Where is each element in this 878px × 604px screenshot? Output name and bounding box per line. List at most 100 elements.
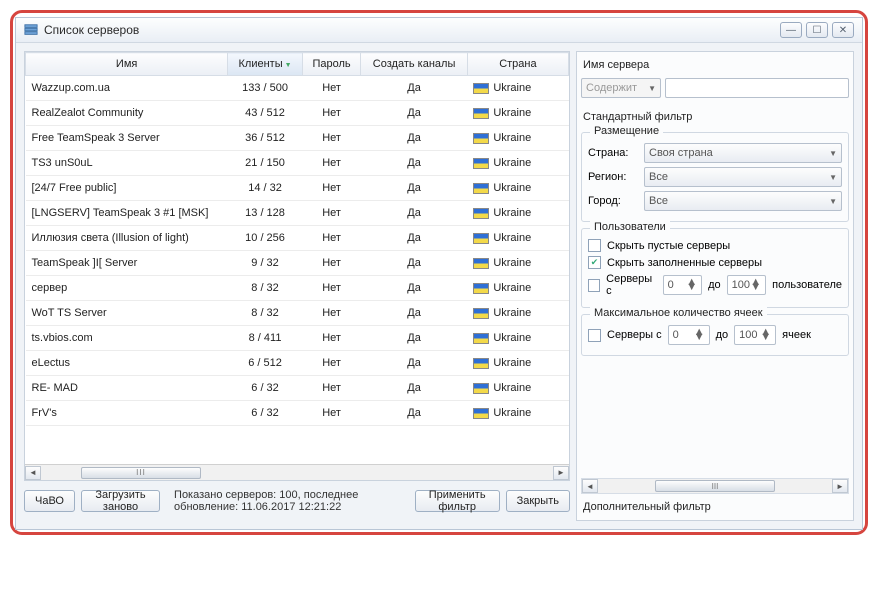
table-row[interactable]: WoT TS Server8 / 32НетДаUkraine: [26, 301, 569, 326]
table-row[interactable]: Иллюзия света (Illusion of light)10 / 25…: [26, 226, 569, 251]
cell-country: Ukraine: [467, 326, 568, 351]
cell-password: Нет: [302, 401, 361, 426]
flag-ukraine-icon: [473, 283, 489, 294]
contains-combo[interactable]: Содержит▼: [581, 78, 661, 98]
cell-country: Ukraine: [467, 76, 568, 101]
cell-name: Free TeamSpeak 3 Server: [26, 126, 228, 151]
scroll-right-icon[interactable]: ►: [832, 479, 848, 493]
users-max-spinner[interactable]: 100▲▼: [727, 275, 767, 295]
table-row[interactable]: сервер8 / 32НетДаUkraine: [26, 276, 569, 301]
cell-password: Нет: [302, 376, 361, 401]
hide-empty-checkbox[interactable]: [588, 239, 601, 252]
col-name[interactable]: Имя: [26, 53, 228, 76]
region-combo[interactable]: Все▼: [644, 167, 842, 187]
reload-button[interactable]: Загрузить заново: [81, 490, 160, 512]
cell-country: Ukraine: [467, 151, 568, 176]
slots-max-spinner[interactable]: 100▲▼: [734, 325, 776, 345]
filter-hscroll-thumb[interactable]: III: [655, 480, 775, 492]
to-label-2: до: [716, 329, 729, 341]
close-window-button[interactable]: ✕: [832, 22, 854, 38]
cell-name: RealZealot Community: [26, 101, 228, 126]
cell-channels: Да: [361, 151, 467, 176]
table-row[interactable]: Free TeamSpeak 3 Server36 / 512НетДаUkra…: [26, 126, 569, 151]
country-combo[interactable]: Своя страна▼: [644, 143, 842, 163]
flag-ukraine-icon: [473, 158, 489, 169]
servers-with-label-2: Серверы с: [607, 329, 662, 341]
cell-password: Нет: [302, 201, 361, 226]
scroll-left-icon[interactable]: ◄: [582, 479, 598, 493]
cell-name: TS3 unS0uL: [26, 151, 228, 176]
slots-min-spinner[interactable]: 0▲▼: [668, 325, 710, 345]
scroll-right-icon[interactable]: ►: [553, 466, 569, 480]
table-hscrollbar[interactable]: ◄ III ►: [25, 464, 569, 480]
flag-ukraine-icon: [473, 208, 489, 219]
table-row[interactable]: FrV's6 / 32НетДаUkraine: [26, 401, 569, 426]
cell-name: [LNGSERV] TeamSpeak 3 #1 [MSK]: [26, 201, 228, 226]
to-label: до: [708, 279, 721, 291]
city-label: Город:: [588, 195, 638, 207]
cell-channels: Да: [361, 101, 467, 126]
faq-button[interactable]: ЧаВО: [24, 490, 75, 512]
table-row[interactable]: [LNGSERV] TeamSpeak 3 #1 [MSK]13 / 128Не…: [26, 201, 569, 226]
col-channels[interactable]: Создать каналы: [361, 53, 467, 76]
hide-full-label: Скрыть заполненные серверы: [607, 257, 762, 269]
col-country[interactable]: Страна: [467, 53, 568, 76]
cell-channels: Да: [361, 351, 467, 376]
table-row[interactable]: TS3 unS0uL21 / 150НетДаUkraine: [26, 151, 569, 176]
table-row[interactable]: RealZealot Community43 / 512НетДаUkraine: [26, 101, 569, 126]
cell-name: TeamSpeak ]I[ Server: [26, 251, 228, 276]
cell-clients: 10 / 256: [228, 226, 303, 251]
close-button[interactable]: Закрыть: [506, 490, 570, 512]
cell-country: Ukraine: [467, 376, 568, 401]
cell-name: eLectus: [26, 351, 228, 376]
cell-password: Нет: [302, 226, 361, 251]
slots-legend: Максимальное количество ячеек: [590, 307, 767, 319]
minimize-button[interactable]: —: [780, 22, 802, 38]
users-min-spinner[interactable]: 0▲▼: [663, 275, 703, 295]
country-label: Страна:: [588, 147, 638, 159]
region-label: Регион:: [588, 171, 638, 183]
scroll-left-icon[interactable]: ◄: [25, 466, 41, 480]
cell-password: Нет: [302, 251, 361, 276]
cell-country: Ukraine: [467, 126, 568, 151]
chevron-down-icon: ▼: [648, 84, 656, 93]
table-row[interactable]: Wazzup.com.ua133 / 500НетДаUkraine: [26, 76, 569, 101]
col-clients[interactable]: Клиенты▼: [228, 53, 303, 76]
users-range-checkbox[interactable]: [588, 279, 600, 292]
server-name-label: Имя сервера: [581, 56, 849, 74]
cell-channels: Да: [361, 376, 467, 401]
flag-ukraine-icon: [473, 333, 489, 344]
table-row[interactable]: ts.vbios.com8 / 411НетДаUkraine: [26, 326, 569, 351]
hide-full-checkbox[interactable]: [588, 256, 601, 269]
cell-channels: Да: [361, 201, 467, 226]
server-table: Имя Клиенты▼ Пароль Создать каналы Стран…: [24, 51, 570, 481]
titlebar: Список серверов — ☐ ✕: [16, 18, 862, 43]
cell-country: Ukraine: [467, 351, 568, 376]
flag-ukraine-icon: [473, 383, 489, 394]
flag-ukraine-icon: [473, 83, 489, 94]
city-combo[interactable]: Все▼: [644, 191, 842, 211]
maximize-button[interactable]: ☐: [806, 22, 828, 38]
table-hscroll-thumb[interactable]: III: [81, 467, 201, 479]
flag-ukraine-icon: [473, 183, 489, 194]
table-row[interactable]: RE- MAD6 / 32НетДаUkraine: [26, 376, 569, 401]
cell-country: Ukraine: [467, 201, 568, 226]
cell-channels: Да: [361, 401, 467, 426]
slots-range-checkbox[interactable]: [588, 329, 601, 342]
table-row[interactable]: [24/7 Free public]14 / 32НетДаUkraine: [26, 176, 569, 201]
table-row[interactable]: TeamSpeak ]I[ Server9 / 32НетДаUkraine: [26, 251, 569, 276]
cell-clients: 8 / 32: [228, 301, 303, 326]
hide-empty-label: Скрыть пустые серверы: [607, 240, 730, 252]
cell-country: Ukraine: [467, 401, 568, 426]
cell-password: Нет: [302, 326, 361, 351]
table-row[interactable]: eLectus6 / 512НетДаUkraine: [26, 351, 569, 376]
server-name-input[interactable]: [665, 78, 849, 98]
filter-hscrollbar[interactable]: ◄ III ►: [581, 478, 849, 494]
col-password[interactable]: Пароль: [302, 53, 361, 76]
flag-ukraine-icon: [473, 133, 489, 144]
apply-filter-button[interactable]: Применить фильтр: [415, 490, 500, 512]
users-legend: Пользователи: [590, 221, 670, 233]
cell-country: Ukraine: [467, 251, 568, 276]
cell-name: Wazzup.com.ua: [26, 76, 228, 101]
cell-clients: 43 / 512: [228, 101, 303, 126]
